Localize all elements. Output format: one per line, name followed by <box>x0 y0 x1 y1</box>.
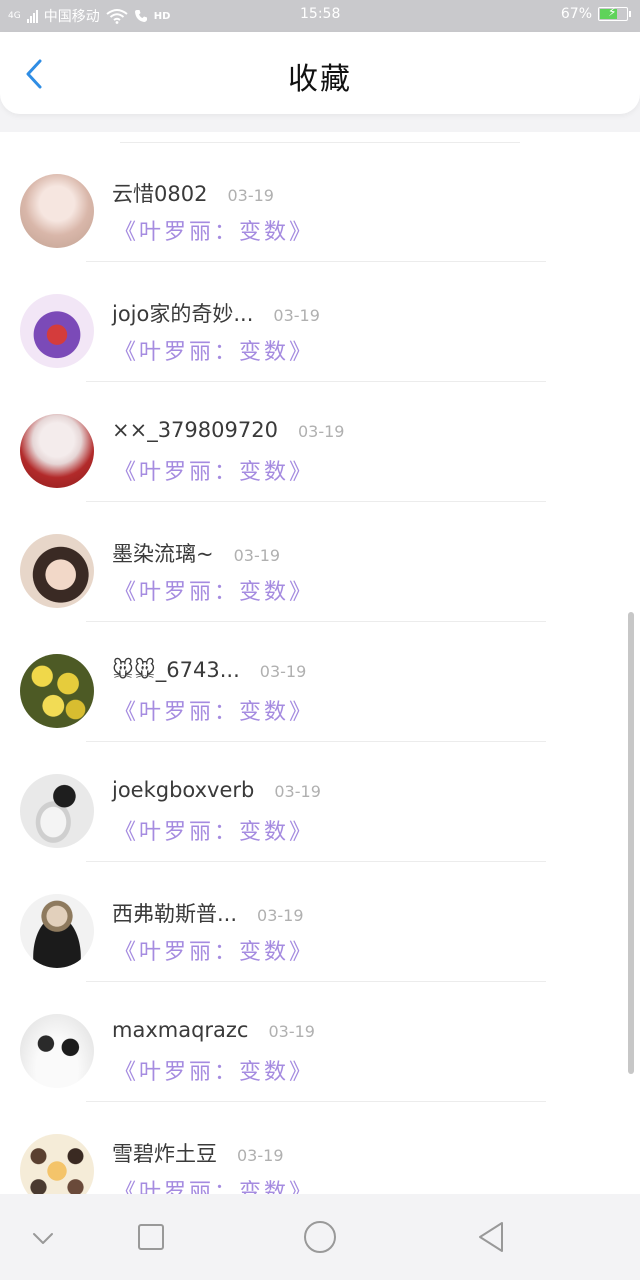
nav-back-button[interactable] <box>468 1214 514 1260</box>
item-meta: 墨染流璃~ 03-19 <box>112 538 280 568</box>
list-item[interactable]: maxmaqrazc 03-19 《叶罗丽：变数》 <box>0 982 640 1102</box>
work-title[interactable]: 《叶罗丽：变数》 <box>114 454 314 486</box>
battery-percent: 67% <box>560 6 592 22</box>
item-meta: maxmaqrazc 03-19 <box>112 1018 315 1042</box>
item-meta: 西弗勒斯普... 03-19 <box>112 898 304 928</box>
app-header: 收藏 <box>0 32 640 114</box>
user-name[interactable]: 墨染流璃~ <box>112 538 214 568</box>
charging-bolt-icon: ⚡ <box>608 5 617 19</box>
work-title[interactable]: 《叶罗丽：变数》 <box>114 934 314 966</box>
nav-hide-button[interactable] <box>20 1214 66 1260</box>
phone-icon <box>134 10 147 22</box>
user-name[interactable]: 🐭🐭_6743... <box>112 658 240 682</box>
item-date: 03-19 <box>268 1022 315 1041</box>
work-title[interactable]: 《叶罗丽：变数》 <box>114 214 314 246</box>
list-item[interactable]: 云惜0802 03-19 《叶罗丽：变数》 <box>0 142 640 262</box>
nav-home-button[interactable] <box>297 1214 343 1260</box>
back-triangle-icon <box>479 1222 503 1252</box>
status-right: 67% ⚡ <box>560 5 631 22</box>
work-title[interactable]: 《叶罗丽：变数》 <box>114 1174 314 1194</box>
item-meta: jojo家的奇妙... 03-19 <box>112 298 320 328</box>
item-meta: 雪碧炸土豆 03-19 <box>112 1138 284 1168</box>
work-title[interactable]: 《叶罗丽：变数》 <box>114 814 314 846</box>
battery-icon: ⚡ <box>598 5 631 21</box>
nav-recents-button[interactable] <box>128 1214 174 1260</box>
avatar[interactable] <box>20 174 94 248</box>
user-name[interactable]: 云惜0802 <box>112 178 207 208</box>
user-name[interactable]: joekgboxverb <box>112 778 254 802</box>
item-meta: ××_379809720 03-19 <box>112 418 344 442</box>
avatar[interactable] <box>20 294 94 368</box>
list-item[interactable]: joekgboxverb 03-19 《叶罗丽：变数》 <box>0 742 640 862</box>
avatar[interactable] <box>20 534 94 608</box>
user-name[interactable]: 雪碧炸土豆 <box>112 1138 217 1168</box>
home-circle-icon <box>304 1221 336 1253</box>
wifi-icon <box>106 9 128 24</box>
list-item[interactable]: 🐭🐭_6743... 03-19 《叶罗丽：变数》 <box>0 622 640 742</box>
list-item[interactable]: ××_379809720 03-19 《叶罗丽：变数》 <box>0 382 640 502</box>
list-item[interactable]: 西弗勒斯普... 03-19 《叶罗丽：变数》 <box>0 862 640 982</box>
avatar[interactable] <box>20 774 94 848</box>
scrollbar[interactable] <box>628 612 634 1074</box>
clock: 15:58 <box>300 6 341 22</box>
item-date: 03-19 <box>273 306 320 325</box>
user-name[interactable]: maxmaqrazc <box>112 1018 248 1042</box>
item-meta: 🐭🐭_6743... 03-19 <box>112 658 306 682</box>
system-nav-bar <box>0 1194 640 1280</box>
item-date: 03-19 <box>257 906 304 925</box>
item-date: 03-19 <box>227 186 274 205</box>
page-title: 收藏 <box>288 62 352 97</box>
signal-icon <box>26 9 38 23</box>
item-date: 03-19 <box>233 546 281 565</box>
avatar[interactable] <box>20 1014 94 1088</box>
status-bar: 4G 中国移动 HD 15:58 67% ⚡ <box>0 0 640 32</box>
item-date: 03-19 <box>237 1146 284 1165</box>
status-left: 4G 中国移动 HD <box>8 6 170 26</box>
item-meta: joekgboxverb 03-19 <box>112 778 321 802</box>
work-title[interactable]: 《叶罗丽：变数》 <box>114 1054 314 1086</box>
carrier-label: 中国移动 <box>43 9 100 25</box>
item-date: 03-19 <box>297 422 345 441</box>
user-name[interactable]: 西弗勒斯普... <box>112 898 237 928</box>
network-label: 4G <box>8 11 21 21</box>
work-title[interactable]: 《叶罗丽：变数》 <box>114 574 314 606</box>
avatar[interactable] <box>20 414 94 488</box>
list-item[interactable]: jojo家的奇妙... 03-19 《叶罗丽：变数》 <box>0 262 640 382</box>
list-item[interactable]: 墨染流璃~ 03-19 《叶罗丽：变数》 <box>0 502 640 622</box>
item-date: 03-19 <box>274 782 321 801</box>
avatar[interactable] <box>20 894 94 968</box>
user-name[interactable]: ××_379809720 <box>112 418 278 442</box>
recent-apps-square-icon <box>138 1224 164 1250</box>
list-item[interactable]: 雪碧炸土豆 03-19 《叶罗丽：变数》 <box>0 1102 640 1194</box>
item-meta: 云惜0802 03-19 <box>112 178 274 208</box>
work-title[interactable]: 《叶罗丽：变数》 <box>114 694 314 726</box>
item-date: 03-19 <box>259 662 307 681</box>
user-name[interactable]: jojo家的奇妙... <box>112 298 253 328</box>
chevron-down-icon <box>33 1233 53 1244</box>
work-title[interactable]: 《叶罗丽：变数》 <box>114 334 314 366</box>
avatar[interactable] <box>20 654 94 728</box>
hd-label: HD <box>153 10 171 22</box>
avatar[interactable] <box>20 1134 94 1194</box>
favorites-list[interactable]: 云惜0802 03-19 《叶罗丽：变数》 jojo家的奇妙... 03-19 … <box>0 132 640 1194</box>
